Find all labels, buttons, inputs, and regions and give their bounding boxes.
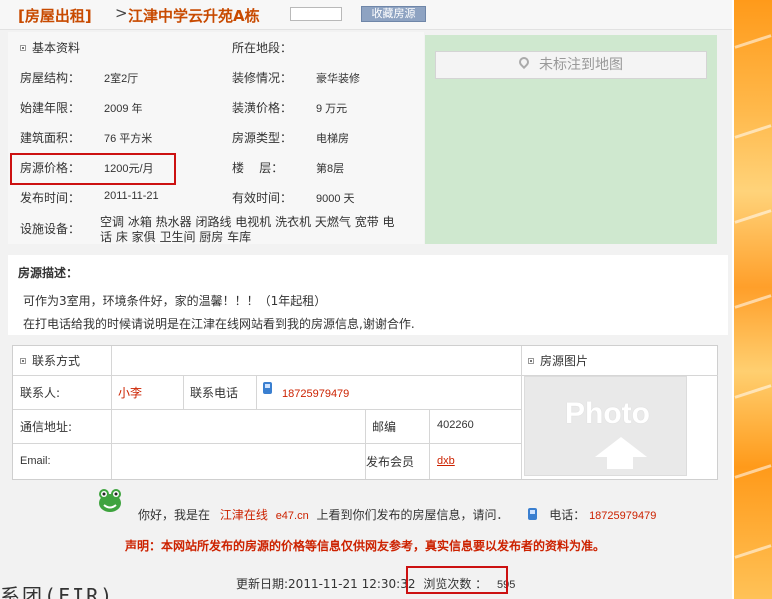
square-bullet-icon	[20, 357, 26, 364]
contact-person-value: 小李	[118, 386, 143, 400]
contact-section-header: 联系方式	[20, 352, 80, 369]
publish-value: 2011-11-21	[104, 190, 159, 202]
member-link[interactable]: dxb	[437, 455, 455, 467]
contact-person-label: 联系人:	[20, 386, 61, 400]
frog-mascot-icon	[99, 489, 121, 512]
address-label: 通信地址:	[20, 420, 73, 434]
message-suffix: 上看到你们发布的房屋信息，请问．	[316, 508, 509, 522]
map-mark-button[interactable]: 未标注到地图	[435, 51, 707, 79]
publish-label: 发布时间：	[20, 191, 81, 205]
decoration-label: 装修情况：	[232, 71, 293, 85]
type-value: 电梯房	[316, 133, 349, 145]
update-date: 更新日期:2011-11-21 12:30:32	[236, 577, 416, 591]
decorative-sidebar	[732, 0, 772, 599]
disclaimer-notice: 声明：本网站所发布的房源的价格等信息仅供网友参考，真实信息要以发布者的资料为准。	[125, 539, 606, 553]
listing-title: 江津中学云升苑A栋	[128, 7, 260, 25]
facility-line-2: 话 床 家俱 卫生间 厨房 车库	[100, 230, 252, 244]
description-title: 房源描述：	[18, 266, 79, 280]
structure-value: 2室2厅	[104, 73, 139, 85]
year-value: 2009 年	[104, 103, 143, 115]
basic-info-header: 基本资料	[20, 39, 80, 56]
description-line-1: 可作为3室用，环境条件好，家的温馨！！！（1年起租）	[23, 294, 327, 308]
photo-placeholder-text: Photo	[565, 397, 650, 430]
structure-label: 房屋结构：	[20, 71, 81, 85]
listing-photo-placeholder[interactable]: Photo	[524, 376, 687, 476]
year-label: 始建年限：	[20, 101, 81, 115]
square-bullet-icon	[528, 357, 534, 364]
location-label: 所在地段：	[232, 41, 293, 55]
price-highlight-box	[10, 153, 176, 185]
phone-icon	[263, 382, 272, 394]
photo-section-header: 房源图片	[528, 352, 588, 369]
area-value: 76 平方米	[104, 133, 153, 145]
valid-value: 9000 天	[316, 193, 355, 205]
title-input-box[interactable]	[290, 7, 342, 21]
floor-label: 楼 层：	[232, 161, 284, 175]
valid-label: 有效时间：	[232, 191, 293, 205]
contact-phone-value[interactable]: 18725979479	[282, 388, 349, 400]
map-mark-label: 未标注到地图	[539, 57, 623, 73]
contact-message: 你好，我是在 江津在线 e47.cn 上看到你们发布的房屋信息，请问． 电话： …	[138, 506, 656, 523]
message-prefix: 你好，我是在	[138, 508, 211, 522]
footer-tel-value[interactable]: 18725979479	[589, 510, 656, 522]
description-line-2: 在打电话给我的时候请说明是在江津在线网站看到我的房源信息,谢谢合作.	[23, 317, 415, 331]
contact-section-title: 联系方式	[32, 354, 81, 368]
site-name-link[interactable]: 江津在线	[220, 508, 268, 522]
upload-arrow-icon	[595, 437, 647, 457]
photo-section-title: 房源图片	[540, 354, 589, 368]
area-label: 建筑面积：	[20, 131, 81, 145]
contact-phone-label: 联系电话	[190, 386, 239, 400]
zip-label: 邮编	[372, 420, 397, 434]
facility-label: 设施设备：	[20, 222, 81, 236]
contact-phone-icon-wrap	[263, 382, 272, 397]
site-domain-link[interactable]: e47.cn	[276, 510, 309, 522]
map-pin-icon	[516, 54, 532, 70]
view-count-highlight-box	[406, 566, 508, 594]
deco-price-label: 装潢价格：	[232, 101, 293, 115]
zip-value: 402260	[437, 419, 474, 431]
basic-info-title: 基本资料	[32, 41, 81, 55]
email-label: Email:	[20, 455, 51, 467]
listing-category[interactable]: [房屋出租]	[18, 5, 92, 26]
type-label: 房源类型：	[232, 131, 293, 145]
breadcrumb-separator: >	[115, 4, 128, 22]
footer-tel-label: 电话：	[549, 508, 586, 522]
floor-value: 第8层	[316, 163, 345, 175]
square-bullet-icon	[20, 44, 26, 51]
member-label: 发布会员	[366, 455, 415, 469]
logo-fragment: 系团(FIR)	[0, 584, 115, 599]
favorite-button[interactable]: 收藏房源	[361, 6, 426, 22]
phone-icon	[528, 508, 538, 520]
decoration-value: 豪华装修	[316, 73, 360, 85]
deco-price-value: 9 万元	[316, 103, 348, 115]
